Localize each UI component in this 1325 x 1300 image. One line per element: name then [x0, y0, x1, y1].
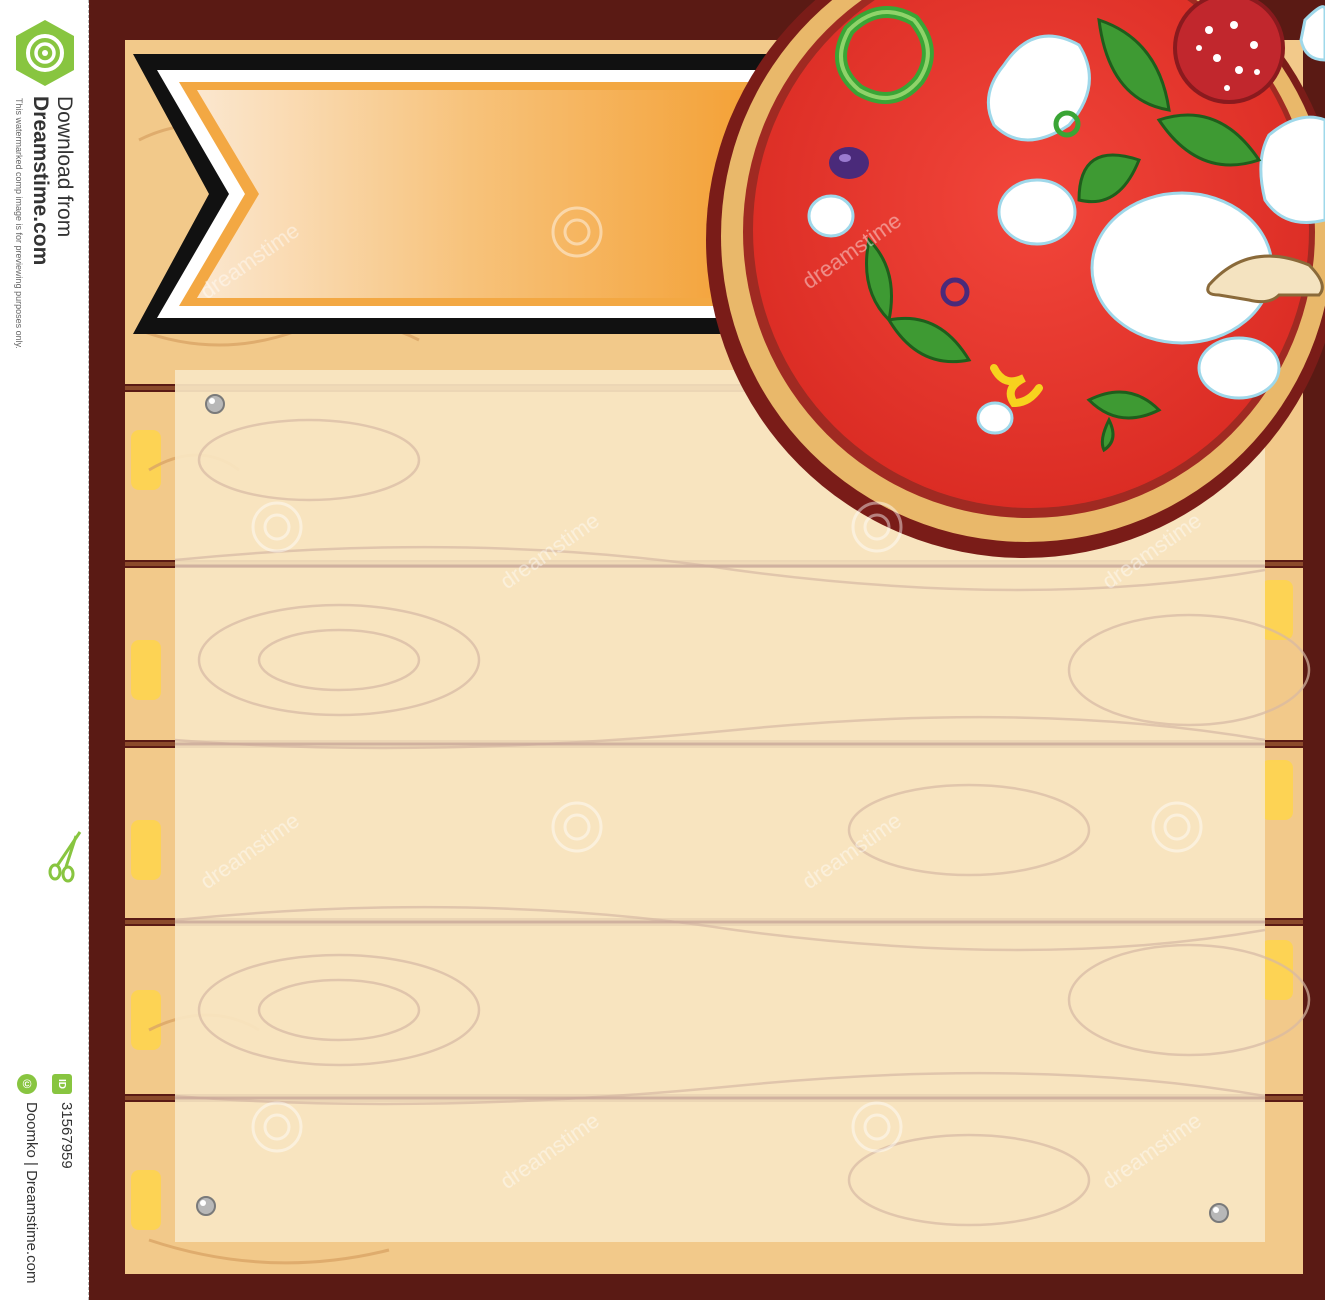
nail-icon: [205, 394, 225, 414]
nail-icon: [196, 1196, 216, 1216]
credit-text: Doomko | Dreamstime.com: [23, 1102, 40, 1284]
id-badge: ID: [52, 1074, 72, 1094]
image-id: 31567959: [58, 1102, 75, 1169]
download-label: Download from: [53, 96, 76, 238]
watermark-strip: Download from Dreamstime.com This waterm…: [0, 0, 88, 1300]
preview-note: This watermarked comp image is for previ…: [14, 98, 24, 349]
site-name: Dreamstime.com: [29, 96, 52, 266]
dreamstime-logo-icon: [16, 20, 74, 86]
ribbon-banner-icon: [133, 54, 809, 334]
pizza-menu-illustration: dreamstime dreamstime dreamstime dreamst…: [89, 0, 1325, 1300]
scissors-icon: [48, 831, 82, 883]
copyright-icon: ©: [17, 1074, 37, 1094]
nail-icon: [1209, 1203, 1229, 1223]
